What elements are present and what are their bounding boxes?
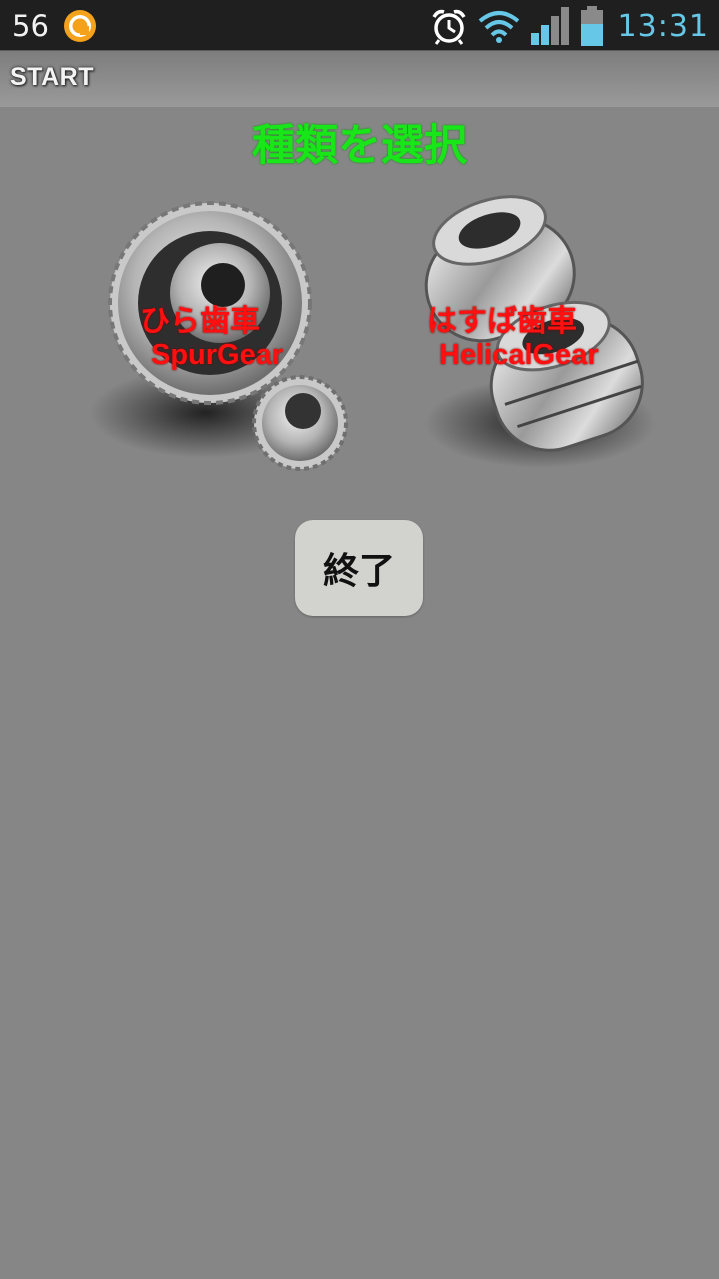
app-title: START [10, 63, 94, 91]
orange-circle-app-icon [63, 10, 96, 42]
battery-icon [580, 6, 603, 46]
helical-gear-label-en: HelicalGear [439, 339, 599, 371]
status-notification-count: 56 [12, 9, 49, 43]
spur-gear-label-en: SpurGear [151, 339, 284, 371]
page-heading: 種類を選択 [252, 121, 467, 171]
app-title-bar: START [0, 50, 719, 107]
helical-gear-button[interactable]: はすば歯車 HelicalGear [395, 183, 665, 493]
helical-gear-label-jp: はすば歯車 [427, 304, 577, 339]
alarm-clock-icon [432, 9, 466, 45]
status-bar: 56 13:31 [0, 0, 719, 50]
exit-button[interactable]: 終了 [295, 520, 423, 616]
wifi-icon [478, 11, 519, 43]
spur-gear-label-jp: ひら歯車 [140, 304, 260, 339]
signal-icon [530, 7, 569, 45]
status-time: 13:31 [617, 8, 709, 44]
spur-gear-button[interactable]: ひら歯車 SpurGear [85, 183, 355, 493]
